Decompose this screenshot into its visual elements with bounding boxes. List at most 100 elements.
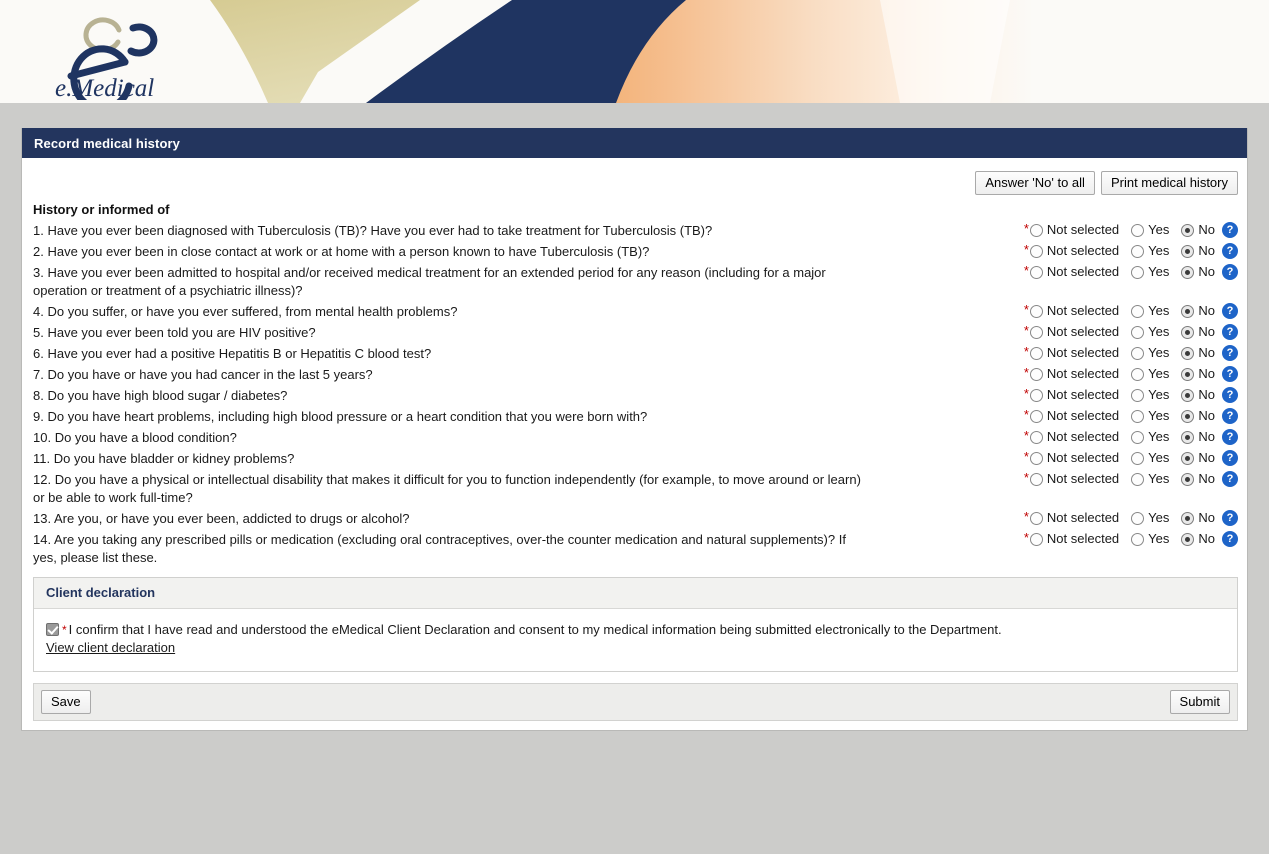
radio-yes-icon[interactable] [1131, 388, 1145, 402]
radio-yes-icon[interactable] [1131, 409, 1145, 423]
radio-not-selected-icon[interactable] [1029, 430, 1043, 444]
radio-option-no[interactable]: No [1181, 407, 1215, 425]
help-icon[interactable]: ? [1222, 366, 1238, 382]
help-icon[interactable]: ? [1222, 471, 1238, 487]
radio-yes-icon[interactable] [1131, 430, 1145, 444]
radio-option-not-selected[interactable]: Not selected [1029, 344, 1119, 362]
radio-yes-icon[interactable] [1131, 532, 1145, 546]
radio-yes-icon[interactable] [1131, 451, 1145, 465]
radio-option-yes[interactable]: Yes [1131, 323, 1169, 341]
radio-option-yes[interactable]: Yes [1131, 407, 1169, 425]
radio-option-no[interactable]: No [1181, 323, 1215, 341]
help-icon[interactable]: ? [1222, 243, 1238, 259]
radio-no-icon[interactable] [1181, 511, 1195, 525]
client-declaration-checkbox[interactable] [46, 623, 59, 636]
radio-yes-icon[interactable] [1131, 367, 1145, 381]
help-icon[interactable]: ? [1222, 345, 1238, 361]
radio-option-no[interactable]: No [1181, 221, 1215, 239]
radio-option-no[interactable]: No [1181, 302, 1215, 320]
help-icon[interactable]: ? [1222, 408, 1238, 424]
radio-not-selected-icon[interactable] [1029, 223, 1043, 237]
radio-option-no[interactable]: No [1181, 428, 1215, 446]
radio-not-selected-icon[interactable] [1029, 367, 1043, 381]
view-client-declaration-link[interactable]: View client declaration [46, 640, 175, 655]
radio-option-yes[interactable]: Yes [1131, 530, 1169, 548]
radio-option-no[interactable]: No [1181, 386, 1215, 404]
radio-option-not-selected[interactable]: Not selected [1029, 365, 1119, 383]
radio-yes-icon[interactable] [1131, 244, 1145, 258]
radio-option-yes[interactable]: Yes [1131, 263, 1169, 281]
radio-not-selected-icon[interactable] [1029, 388, 1043, 402]
radio-option-not-selected[interactable]: Not selected [1029, 407, 1119, 425]
radio-option-not-selected[interactable]: Not selected [1029, 509, 1119, 527]
radio-not-selected-icon[interactable] [1029, 346, 1043, 360]
radio-no-icon[interactable] [1181, 388, 1195, 402]
radio-option-not-selected[interactable]: Not selected [1029, 470, 1119, 488]
radio-option-not-selected[interactable]: Not selected [1029, 263, 1119, 281]
help-icon[interactable]: ? [1222, 429, 1238, 445]
radio-no-icon[interactable] [1181, 265, 1195, 279]
radio-no-icon[interactable] [1181, 409, 1195, 423]
radio-option-no[interactable]: No [1181, 449, 1215, 467]
radio-not-selected-icon[interactable] [1029, 451, 1043, 465]
radio-option-not-selected[interactable]: Not selected [1029, 302, 1119, 320]
radio-option-yes[interactable]: Yes [1131, 470, 1169, 488]
radio-no-icon[interactable] [1181, 430, 1195, 444]
radio-not-selected-icon[interactable] [1029, 409, 1043, 423]
radio-no-icon[interactable] [1181, 451, 1195, 465]
radio-option-not-selected[interactable]: Not selected [1029, 323, 1119, 341]
radio-option-yes[interactable]: Yes [1131, 242, 1169, 260]
radio-option-not-selected[interactable]: Not selected [1029, 386, 1119, 404]
radio-not-selected-icon[interactable] [1029, 304, 1043, 318]
radio-no-icon[interactable] [1181, 472, 1195, 486]
radio-not-selected-icon[interactable] [1029, 532, 1043, 546]
submit-button[interactable]: Submit [1169, 690, 1230, 714]
help-icon[interactable]: ? [1222, 510, 1238, 526]
help-icon[interactable]: ? [1222, 264, 1238, 280]
radio-option-yes[interactable]: Yes [1131, 428, 1169, 446]
radio-option-yes[interactable]: Yes [1131, 302, 1169, 320]
radio-option-yes[interactable]: Yes [1131, 344, 1169, 362]
radio-no-icon[interactable] [1181, 304, 1195, 318]
radio-option-no[interactable]: No [1181, 470, 1215, 488]
radio-yes-icon[interactable] [1131, 223, 1145, 237]
radio-no-icon[interactable] [1181, 244, 1195, 258]
radio-not-selected-icon[interactable] [1029, 325, 1043, 339]
radio-option-not-selected[interactable]: Not selected [1029, 530, 1119, 548]
radio-option-no[interactable]: No [1181, 509, 1215, 527]
radio-option-no[interactable]: No [1181, 263, 1215, 281]
radio-option-yes[interactable]: Yes [1131, 365, 1169, 383]
radio-option-not-selected[interactable]: Not selected [1029, 242, 1119, 260]
radio-no-icon[interactable] [1181, 367, 1195, 381]
radio-option-not-selected[interactable]: Not selected [1029, 428, 1119, 446]
radio-yes-icon[interactable] [1131, 511, 1145, 525]
radio-yes-icon[interactable] [1131, 265, 1145, 279]
help-icon[interactable]: ? [1222, 531, 1238, 547]
radio-not-selected-icon[interactable] [1029, 472, 1043, 486]
radio-option-yes[interactable]: Yes [1131, 449, 1169, 467]
radio-option-no[interactable]: No [1181, 242, 1215, 260]
radio-option-yes[interactable]: Yes [1131, 509, 1169, 527]
help-icon[interactable]: ? [1222, 222, 1238, 238]
print-medical-history-button[interactable]: Print medical history [1100, 171, 1238, 195]
radio-no-icon[interactable] [1181, 532, 1195, 546]
radio-option-yes[interactable]: Yes [1131, 386, 1169, 404]
help-icon[interactable]: ? [1222, 303, 1238, 319]
radio-no-icon[interactable] [1181, 346, 1195, 360]
radio-not-selected-icon[interactable] [1029, 244, 1043, 258]
radio-yes-icon[interactable] [1131, 325, 1145, 339]
radio-option-no[interactable]: No [1181, 344, 1215, 362]
radio-yes-icon[interactable] [1131, 346, 1145, 360]
radio-option-not-selected[interactable]: Not selected [1029, 221, 1119, 239]
radio-yes-icon[interactable] [1131, 472, 1145, 486]
radio-yes-icon[interactable] [1131, 304, 1145, 318]
answer-no-to-all-button[interactable]: Answer 'No' to all [975, 171, 1095, 195]
help-icon[interactable]: ? [1222, 324, 1238, 340]
radio-option-no[interactable]: No [1181, 365, 1215, 383]
radio-option-not-selected[interactable]: Not selected [1029, 449, 1119, 467]
radio-not-selected-icon[interactable] [1029, 511, 1043, 525]
radio-option-no[interactable]: No [1181, 530, 1215, 548]
save-button[interactable]: Save [41, 690, 91, 714]
radio-no-icon[interactable] [1181, 223, 1195, 237]
radio-not-selected-icon[interactable] [1029, 265, 1043, 279]
